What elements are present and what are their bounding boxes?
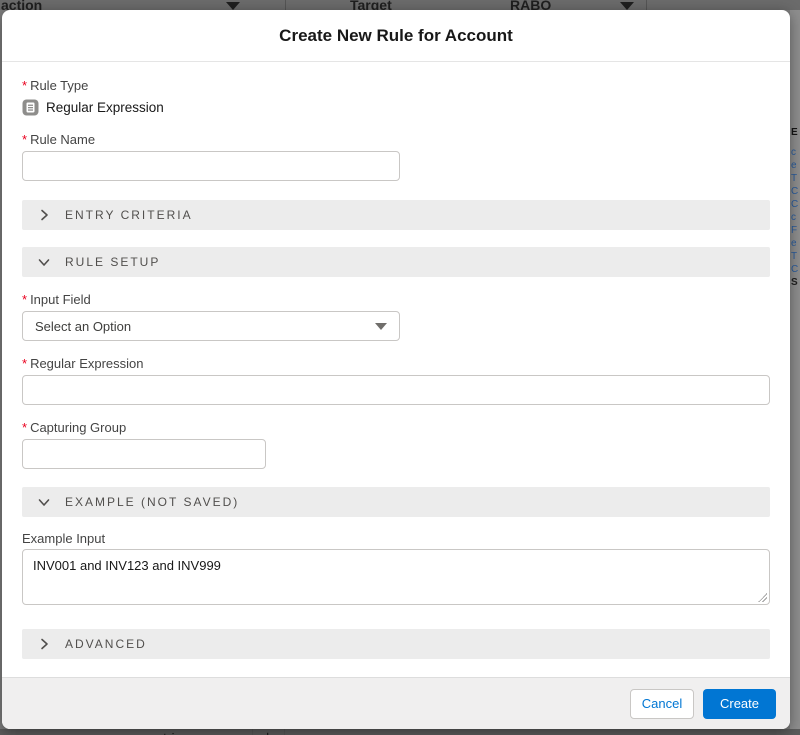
background-column-target: Target bbox=[350, 0, 392, 10]
regular-expression-label: * Regular Expression bbox=[22, 356, 770, 372]
example-input-wrap: INV001 and INV123 and INV999 bbox=[22, 549, 770, 605]
section-entry-criteria[interactable]: ENTRY CRITERIA bbox=[22, 200, 770, 230]
clipped-letter: E bbox=[791, 120, 800, 146]
modal-header: Create New Rule for Account bbox=[2, 10, 790, 62]
rule-type-label: * Rule Type bbox=[22, 78, 770, 94]
clipped-letter: T bbox=[791, 172, 800, 185]
column-divider bbox=[252, 729, 253, 735]
selected-option-text: Select an Option bbox=[35, 319, 131, 334]
input-field-select[interactable]: Select an Option bbox=[22, 311, 400, 341]
chevron-right-icon bbox=[38, 208, 52, 222]
section-rule-setup[interactable]: RULE SETUP bbox=[22, 247, 770, 277]
resize-handle-icon[interactable] bbox=[758, 593, 767, 602]
select-arrow-icon bbox=[375, 323, 387, 330]
clipped-letter: T bbox=[791, 250, 800, 263]
capturing-group-label: * Capturing Group bbox=[22, 420, 770, 436]
section-advanced[interactable]: ADVANCED bbox=[22, 629, 770, 659]
section-label: ADVANCED bbox=[65, 637, 147, 651]
clipped-letter: c bbox=[791, 146, 800, 159]
example-input-label: Example Input bbox=[22, 531, 770, 547]
regular-expression-input[interactable] bbox=[22, 375, 770, 405]
clipped-letter: C bbox=[791, 263, 800, 276]
example-input-textarea[interactable]: INV001 and INV123 and INV999 bbox=[22, 549, 770, 605]
required-asterisk: * bbox=[22, 132, 27, 148]
background-page-edge: E c e T C C c F e T C S bbox=[790, 10, 800, 729]
column-divider bbox=[285, 0, 286, 10]
sort-arrow-icon bbox=[620, 2, 634, 10]
list-icon bbox=[22, 99, 39, 116]
modal-body: * Rule Type Regular Expression * Rule Na… bbox=[2, 62, 790, 677]
section-label: EXAMPLE (NOT SAVED) bbox=[65, 495, 239, 509]
clipped-letter: c bbox=[791, 211, 800, 224]
background-column-rabo: RABO bbox=[510, 0, 551, 10]
section-example[interactable]: EXAMPLE (NOT SAVED) bbox=[22, 487, 770, 517]
rule-type-value-row: Regular Expression bbox=[22, 98, 770, 116]
rule-type-value: Regular Expression bbox=[46, 100, 164, 115]
section-label: ENTRY CRITERIA bbox=[65, 208, 193, 222]
required-asterisk: * bbox=[22, 420, 27, 436]
rule-name-label: * Rule Name bbox=[22, 132, 770, 148]
chevron-right-icon bbox=[38, 637, 52, 651]
column-divider bbox=[646, 0, 647, 10]
create-button[interactable]: Create bbox=[703, 689, 776, 719]
chevron-down-icon bbox=[38, 495, 52, 509]
clipped-letter: C bbox=[791, 185, 800, 198]
background-table-header: action Target RABO bbox=[0, 0, 800, 10]
background-cell-string: string bbox=[156, 730, 190, 735]
modal-title: Create New Rule for Account bbox=[279, 26, 513, 46]
create-rule-modal: Create New Rule for Account * Rule Type … bbox=[2, 10, 790, 729]
cancel-button[interactable]: Cancel bbox=[630, 689, 694, 719]
add-row-button: + bbox=[263, 729, 272, 735]
clipped-letter: S bbox=[791, 276, 800, 289]
required-asterisk: * bbox=[22, 78, 27, 94]
section-label: RULE SETUP bbox=[65, 255, 160, 269]
sort-arrow-icon bbox=[226, 2, 240, 10]
chevron-down-icon bbox=[38, 255, 52, 269]
background-clipped-text: E c e T C C c F e T C S bbox=[791, 120, 800, 289]
required-asterisk: * bbox=[22, 292, 27, 308]
clipped-letter: e bbox=[791, 159, 800, 172]
column-divider bbox=[284, 729, 285, 735]
background-table-row: string + bbox=[0, 729, 800, 735]
capturing-group-input[interactable] bbox=[22, 439, 266, 469]
clipped-letter: e bbox=[791, 237, 800, 250]
required-asterisk: * bbox=[22, 356, 27, 372]
input-field-label: * Input Field bbox=[22, 292, 770, 308]
background-column-action: action bbox=[1, 0, 42, 10]
modal-footer: Cancel Create bbox=[2, 677, 790, 729]
clipped-letter: C bbox=[791, 198, 800, 211]
rule-name-input[interactable] bbox=[22, 151, 400, 181]
clipped-letter: F bbox=[791, 224, 800, 237]
